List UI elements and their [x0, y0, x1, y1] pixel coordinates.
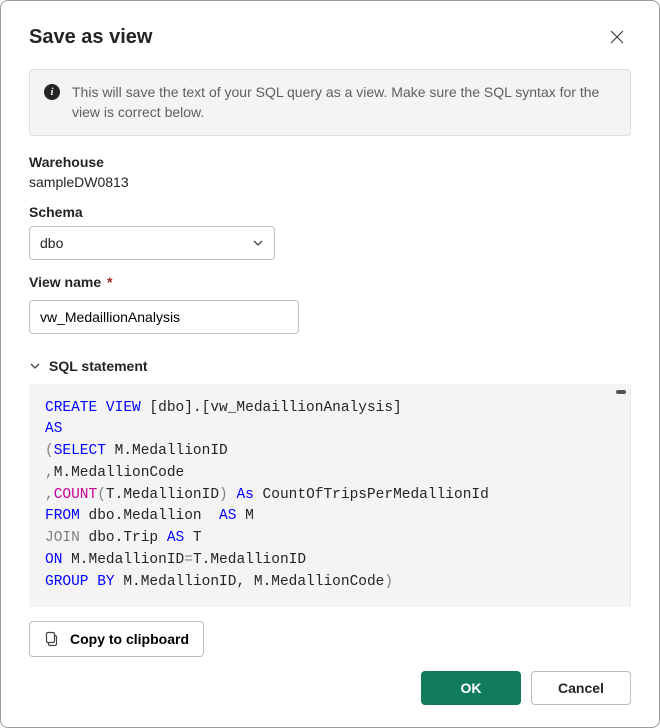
view-name-input[interactable] — [29, 300, 299, 334]
close-icon — [609, 29, 625, 45]
schema-label: Schema — [29, 204, 631, 220]
ok-button[interactable]: OK — [421, 671, 521, 705]
copy-to-clipboard-button[interactable]: Copy to clipboard — [29, 621, 204, 657]
chevron-down-icon — [252, 237, 264, 249]
warehouse-field: Warehouse sampleDW0813 — [29, 154, 631, 190]
schema-field: Schema dbo — [29, 204, 631, 260]
schema-selected-value: dbo — [40, 235, 63, 251]
sql-statement-label: SQL statement — [49, 358, 148, 374]
dialog-footer: OK Cancel — [29, 657, 631, 705]
copy-icon — [44, 631, 60, 647]
copy-row: Copy to clipboard — [29, 621, 631, 657]
view-name-field: View name * — [29, 274, 631, 334]
cancel-button[interactable]: Cancel — [531, 671, 631, 705]
chevron-down-icon — [29, 360, 41, 372]
info-icon: i — [44, 84, 60, 100]
warehouse-value: sampleDW0813 — [29, 174, 631, 190]
scrollbar-thumb[interactable] — [616, 390, 626, 394]
sql-statement-expander[interactable]: SQL statement — [29, 358, 631, 374]
sql-statement-box[interactable]: CREATE VIEW [dbo].[vw_MedaillionAnalysis… — [29, 384, 631, 607]
save-as-view-dialog: Save as view i This will save the text o… — [0, 0, 660, 728]
info-text: This will save the text of your SQL quer… — [72, 82, 616, 123]
required-asterisk: * — [103, 274, 112, 290]
info-bar: i This will save the text of your SQL qu… — [29, 69, 631, 136]
schema-select[interactable]: dbo — [29, 226, 275, 260]
copy-button-label: Copy to clipboard — [70, 631, 189, 647]
dialog-header: Save as view — [29, 23, 631, 51]
dialog-title: Save as view — [29, 26, 152, 49]
view-name-label: View name * — [29, 274, 631, 290]
warehouse-label: Warehouse — [29, 154, 631, 170]
close-button[interactable] — [603, 23, 631, 51]
